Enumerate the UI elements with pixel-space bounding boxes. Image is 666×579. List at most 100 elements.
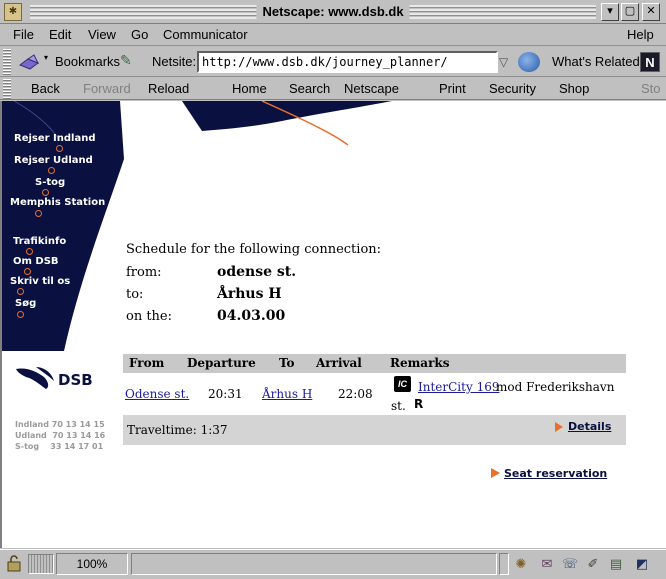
page-content: Rejser Indland Rejser Udland S-tog Memph…	[0, 101, 666, 548]
phone-numbers: Indland 70 13 14 15 Udland 70 13 14 16 S…	[15, 419, 105, 452]
schedule-heading: Schedule for the following connection:	[126, 242, 382, 257]
status-security-indicator	[499, 553, 509, 575]
to-value: Århus H	[217, 286, 282, 302]
url-history-dropdown-icon[interactable]: ▽	[499, 55, 508, 69]
whats-related-icon[interactable]	[518, 52, 540, 72]
train-link[interactable]: InterCity 169	[418, 380, 499, 394]
sidebar-bullet-icon	[26, 248, 33, 255]
remark-text-continued: st.	[391, 399, 406, 413]
results-table-header: From Departure To Arrival Remarks	[123, 354, 626, 373]
date-value: 04.03.00	[217, 308, 286, 324]
toolbar-grip[interactable]	[3, 49, 11, 75]
seat-reservation-arrow-icon	[491, 468, 500, 478]
sidebar-item-rejser-udland[interactable]: Rejser Udland	[14, 155, 93, 166]
reservation-flag: R	[414, 397, 424, 411]
to-station-link[interactable]: Århus H	[262, 387, 312, 401]
address-book-icon[interactable]: ▤	[607, 555, 625, 573]
discussions-icon[interactable]: ☏	[561, 555, 579, 573]
title-bar: ✱ Netscape: www.dsb.dk ▾ ▢ ✕	[0, 0, 666, 24]
menu-edit[interactable]: Edit	[49, 27, 71, 42]
close-button[interactable]: ✕	[642, 3, 660, 21]
col-remarks: Remarks	[390, 356, 450, 370]
traveltime-bar: Traveltime: 1:37 Details	[123, 415, 626, 445]
menu-bar: File Edit View Go Communicator Help	[0, 24, 666, 46]
stop-button[interactable]: Sto	[641, 81, 661, 96]
phone-indland: Indland 70 13 14 15	[15, 420, 105, 429]
menu-help[interactable]: Help	[627, 27, 654, 42]
home-button[interactable]: Home	[232, 81, 267, 96]
sidebar-bullet-icon	[56, 145, 63, 152]
sidebar-item-s-tog[interactable]: S-tog	[35, 177, 65, 188]
phone-s-tog: S-tog 33 14 17 01	[15, 442, 104, 451]
seat-reservation-button[interactable]: Seat reservation	[504, 467, 607, 480]
sidebar-item-trafikinfo[interactable]: Trafikinfo	[13, 236, 66, 247]
sidebar-item-memphis-station[interactable]: Memphis Station	[10, 197, 105, 208]
location-bar: ▾ Bookmarks ✎ Netsite: http://www.dsb.dk…	[0, 47, 666, 77]
netscape-button[interactable]: Netscape	[344, 81, 399, 96]
sidebar-bullet-icon	[17, 311, 24, 318]
navigation-toolbar: Back Forward Reload Home Search Netscape…	[0, 78, 666, 100]
reload-button[interactable]: Reload	[148, 81, 189, 96]
back-button[interactable]: Back	[31, 81, 60, 96]
departure-time: 20:31	[208, 387, 243, 401]
print-button[interactable]: Print	[439, 81, 466, 96]
maximize-button[interactable]: ▢	[621, 3, 639, 21]
bookmarks-dropdown-icon[interactable]: ▾	[44, 53, 48, 62]
dsb-logo-text: DSB	[58, 371, 93, 389]
phone-udland: Udland 70 13 14 16	[15, 431, 106, 440]
toolbar-grip[interactable]	[3, 79, 11, 99]
shop-button[interactable]: Shop	[559, 81, 589, 96]
netcaster-icon[interactable]: ◩	[633, 555, 651, 573]
sidebar-item-rejser-indland[interactable]: Rejser Indland	[14, 133, 96, 144]
sidebar-item-om-dsb[interactable]: Om DSB	[13, 256, 59, 267]
sidebar-item-skriv-til-os[interactable]: Skriv til os	[10, 276, 70, 287]
security-lock-icon[interactable]	[5, 554, 23, 572]
sidebar-item-soeg[interactable]: Søg	[15, 298, 36, 309]
status-grip[interactable]	[28, 554, 54, 574]
forward-button[interactable]: Forward	[83, 81, 131, 96]
sidebar-bullet-icon	[42, 189, 49, 196]
security-button[interactable]: Security	[489, 81, 536, 96]
mail-icon[interactable]: ✉	[538, 555, 556, 573]
col-arrival: Arrival	[316, 356, 362, 370]
url-input[interactable]: http://www.dsb.dk/journey_planner/	[197, 51, 498, 73]
col-departure: Departure	[187, 356, 256, 370]
netsite-label: Netsite:	[152, 54, 197, 69]
to-label: to:	[126, 287, 144, 302]
sidebar-bullet-icon	[17, 288, 24, 295]
intercity-icon: IC	[394, 376, 411, 392]
col-from: From	[129, 356, 165, 370]
menu-file[interactable]: File	[13, 27, 34, 42]
col-to: To	[279, 356, 295, 370]
traveltime-text: Traveltime: 1:37	[127, 423, 228, 437]
status-bar: 100% ✺ ✉ ☏ ✐ ▤ ◩	[0, 549, 666, 579]
sidebar-bullet-icon	[24, 268, 31, 275]
menu-communicator[interactable]: Communicator	[163, 27, 248, 42]
from-value: odense st.	[217, 264, 297, 280]
status-message	[131, 553, 497, 575]
dsb-logo[interactable]: DSB	[14, 365, 104, 391]
composer-icon[interactable]: ✐	[584, 555, 602, 573]
navigator-icon[interactable]: ✺	[512, 555, 530, 573]
details-button[interactable]: Details	[568, 420, 611, 433]
details-arrow-icon	[555, 422, 563, 432]
bookmarks-icon[interactable]	[18, 53, 40, 71]
sidebar-background	[2, 101, 392, 351]
minimize-button[interactable]: ▾	[601, 3, 619, 21]
window-menu-icon[interactable]: ✱	[4, 3, 22, 21]
sidebar-bullet-icon	[48, 167, 55, 174]
search-button[interactable]: Search	[289, 81, 330, 96]
from-station-link[interactable]: Odense st.	[125, 387, 189, 401]
location-icon[interactable]: ✎	[120, 52, 132, 69]
menu-view[interactable]: View	[88, 27, 116, 42]
arrival-time: 22:08	[338, 387, 373, 401]
whats-related-button[interactable]: What's Related	[552, 54, 640, 69]
from-label: from:	[126, 265, 162, 280]
window-title: Netscape: www.dsb.dk	[256, 3, 410, 21]
menu-go[interactable]: Go	[131, 27, 148, 42]
netscape-logo[interactable]: N	[640, 52, 660, 72]
sidebar-bullet-icon	[35, 210, 42, 217]
progress-indicator: 100%	[56, 553, 128, 575]
bookmarks-button[interactable]: Bookmarks	[55, 54, 120, 69]
remark-text: mod Frederikshavn	[496, 380, 615, 394]
